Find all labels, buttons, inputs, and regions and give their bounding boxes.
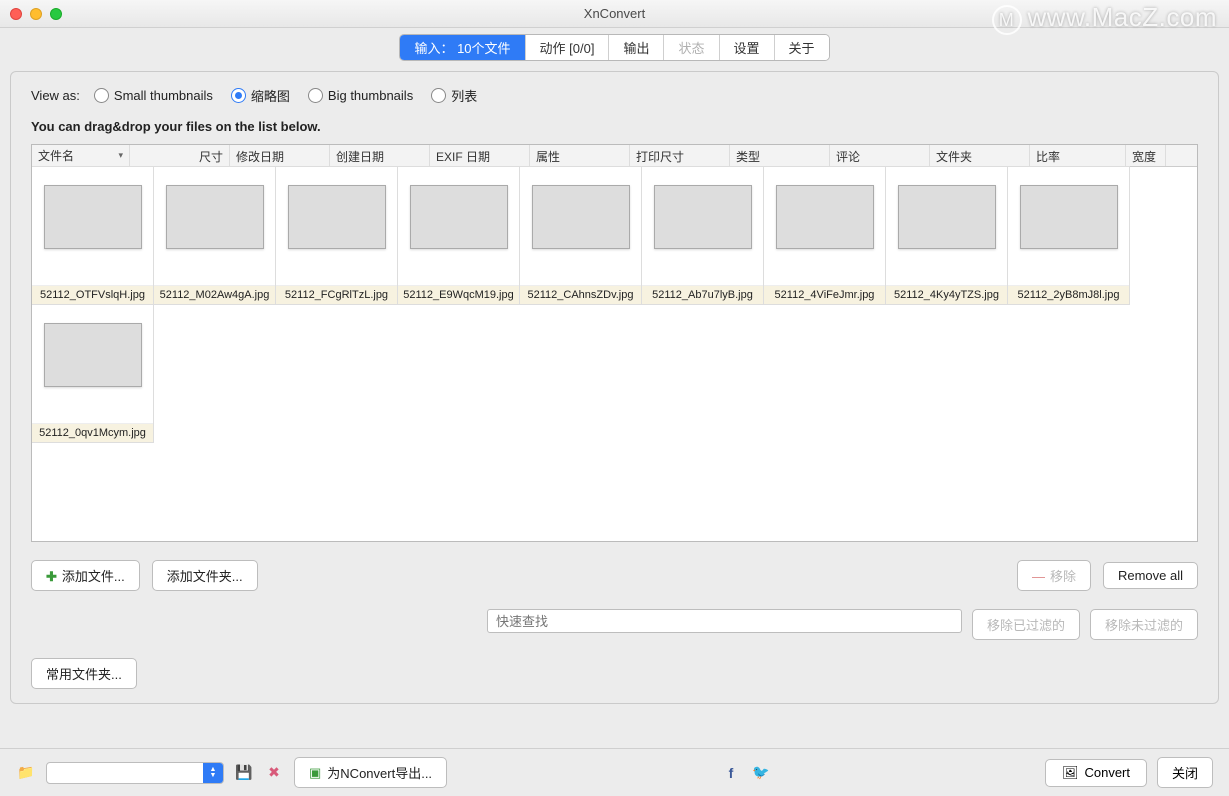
- column-header[interactable]: 修改日期: [230, 145, 330, 166]
- thumbnail-image: [898, 185, 996, 249]
- tab-status: 状态: [664, 35, 719, 60]
- thumbnail-filename: 52112_2yB8mJ8l.jpg: [1008, 285, 1129, 304]
- view-as-row: View as: Small thumbnails 缩略图 Big thumbnai…: [31, 86, 1198, 105]
- radio-icon: [431, 88, 446, 103]
- column-header[interactable]: 比率: [1030, 145, 1126, 166]
- column-header[interactable]: 文件名▾: [32, 145, 130, 166]
- view-as-radio-3[interactable]: 列表: [431, 86, 477, 105]
- column-header[interactable]: 类型: [730, 145, 830, 166]
- column-header[interactable]: 创建日期: [330, 145, 430, 166]
- common-folders-button[interactable]: 常用文件夹...: [31, 658, 137, 689]
- thumbnail-item[interactable]: 52112_0qv1Mcym.jpg: [31, 304, 154, 443]
- column-header[interactable]: 文件夹: [930, 145, 1030, 166]
- tab-actions[interactable]: 动作 [0/0]: [526, 35, 610, 60]
- main-panel: View as: Small thumbnails 缩略图 Big thumbnai…: [10, 71, 1219, 704]
- tab-input[interactable]: 输入： 10个文件: [400, 35, 525, 60]
- thumbnail-filename: 52112_Ab7u7lyB.jpg: [642, 285, 763, 304]
- remove-filtered-button[interactable]: 移除已过滤的: [972, 609, 1080, 640]
- plus-icon: ✚: [46, 569, 57, 584]
- radio-label: 缩略图: [251, 86, 290, 105]
- column-header[interactable]: 属性: [530, 145, 630, 166]
- delete-icon[interactable]: ✖: [264, 763, 284, 783]
- thumbnail-filename: 52112_4ViFeJmr.jpg: [764, 285, 885, 304]
- add-files-button[interactable]: ✚添加文件...: [31, 560, 140, 591]
- remove-unfiltered-button[interactable]: 移除未过滤的: [1090, 609, 1198, 640]
- thumbnail-filename: 52112_0qv1Mcym.jpg: [32, 423, 153, 442]
- thumbnail-item[interactable]: 52112_CAhnsZDv.jpg: [519, 166, 642, 305]
- drag-drop-hint: You can drag&drop your files on the list…: [31, 119, 1198, 134]
- facebook-icon[interactable]: f: [721, 763, 741, 783]
- thumbnail-image: [1020, 185, 1118, 249]
- radio-icon: [94, 88, 109, 103]
- remove-button[interactable]: —移除: [1017, 560, 1091, 591]
- column-header[interactable]: 打印尺寸: [630, 145, 730, 166]
- bottom-bar: 📁 ▲▼ 💾 ✖ ▣为NConvert导出... f 🐦 🖼Convert 关闭: [0, 748, 1229, 796]
- thumbnail-item[interactable]: 52112_OTFVslqH.jpg: [31, 166, 154, 305]
- convert-button[interactable]: 🖼Convert: [1045, 759, 1147, 787]
- view-as-radio-0[interactable]: Small thumbnails: [94, 86, 213, 105]
- titlebar: XnConvert Mwww.MacZ.com: [0, 0, 1229, 28]
- thumbnail-filename: 52112_E9WqcM19.jpg: [398, 285, 519, 304]
- thumbnail-image: [532, 185, 630, 249]
- save-icon[interactable]: 💾: [234, 763, 254, 783]
- chevron-down-icon: ▾: [118, 150, 123, 161]
- twitter-icon[interactable]: 🐦: [751, 763, 771, 783]
- column-header-row: 文件名▾尺寸修改日期创建日期EXIF 日期属性打印尺寸类型评论文件夹比率宽度: [32, 145, 1197, 167]
- view-as-label: View as:: [31, 88, 80, 103]
- chevron-updown-icon: ▲▼: [203, 763, 223, 783]
- folder-icon[interactable]: 📁: [16, 763, 36, 783]
- window-title: XnConvert: [0, 6, 1229, 21]
- column-header[interactable]: EXIF 日期: [430, 145, 530, 166]
- thumbnail-filename: 52112_M02Aw4gA.jpg: [154, 285, 275, 304]
- view-as-radio-1[interactable]: 缩略图: [231, 86, 290, 105]
- thumbnail-filename: 52112_CAhnsZDv.jpg: [520, 285, 641, 304]
- tab-about[interactable]: 关于: [775, 35, 829, 60]
- tab-bar: 输入： 10个文件动作 [0/0]输出状态设置关于: [0, 28, 1229, 65]
- remove-all-button[interactable]: Remove all: [1103, 562, 1198, 589]
- view-as-radio-2[interactable]: Big thumbnails: [308, 86, 413, 105]
- thumbnail-area[interactable]: 52112_OTFVslqH.jpg52112_M02Aw4gA.jpg5211…: [32, 167, 1197, 443]
- thumbnail-item[interactable]: 52112_FCgRlTzL.jpg: [275, 166, 398, 305]
- thumbnail-item[interactable]: 52112_M02Aw4gA.jpg: [153, 166, 276, 305]
- thumbnail-item[interactable]: 52112_4Ky4yTZS.jpg: [885, 166, 1008, 305]
- thumbnail-filename: 52112_FCgRlTzL.jpg: [276, 285, 397, 304]
- export-icon: ▣: [309, 765, 321, 781]
- thumbnail-image: [288, 185, 386, 249]
- quick-search-input[interactable]: [487, 609, 962, 633]
- convert-icon: 🖼: [1062, 765, 1079, 781]
- thumbnail-filename: 52112_OTFVslqH.jpg: [32, 285, 153, 304]
- radio-label: Small thumbnails: [114, 88, 213, 103]
- thumbnail-item[interactable]: 52112_2yB8mJ8l.jpg: [1007, 166, 1130, 305]
- thumbnail-image: [44, 185, 142, 249]
- preset-select[interactable]: ▲▼: [46, 762, 224, 784]
- nconvert-export-button[interactable]: ▣为NConvert导出...: [294, 757, 447, 788]
- add-folder-button[interactable]: 添加文件夹...: [152, 560, 258, 591]
- column-header[interactable]: 宽度: [1126, 145, 1166, 166]
- tab-settings[interactable]: 设置: [720, 35, 775, 60]
- radio-icon: [231, 88, 246, 103]
- thumbnail-image: [410, 185, 508, 249]
- minus-icon: —: [1032, 569, 1045, 584]
- column-header[interactable]: 尺寸: [130, 145, 230, 166]
- thumbnail-image: [44, 323, 142, 387]
- radio-icon: [308, 88, 323, 103]
- thumbnail-item[interactable]: 52112_Ab7u7lyB.jpg: [641, 166, 764, 305]
- radio-label: 列表: [451, 86, 477, 105]
- column-header[interactable]: 评论: [830, 145, 930, 166]
- file-grid[interactable]: 文件名▾尺寸修改日期创建日期EXIF 日期属性打印尺寸类型评论文件夹比率宽度 5…: [31, 144, 1198, 542]
- close-button[interactable]: 关闭: [1157, 757, 1213, 788]
- thumbnail-image: [654, 185, 752, 249]
- thumbnail-image: [166, 185, 264, 249]
- tab-output[interactable]: 输出: [609, 35, 664, 60]
- radio-label: Big thumbnails: [328, 88, 413, 103]
- thumbnail-image: [776, 185, 874, 249]
- thumbnail-item[interactable]: 52112_4ViFeJmr.jpg: [763, 166, 886, 305]
- thumbnail-item[interactable]: 52112_E9WqcM19.jpg: [397, 166, 520, 305]
- thumbnail-filename: 52112_4Ky4yTZS.jpg: [886, 285, 1007, 304]
